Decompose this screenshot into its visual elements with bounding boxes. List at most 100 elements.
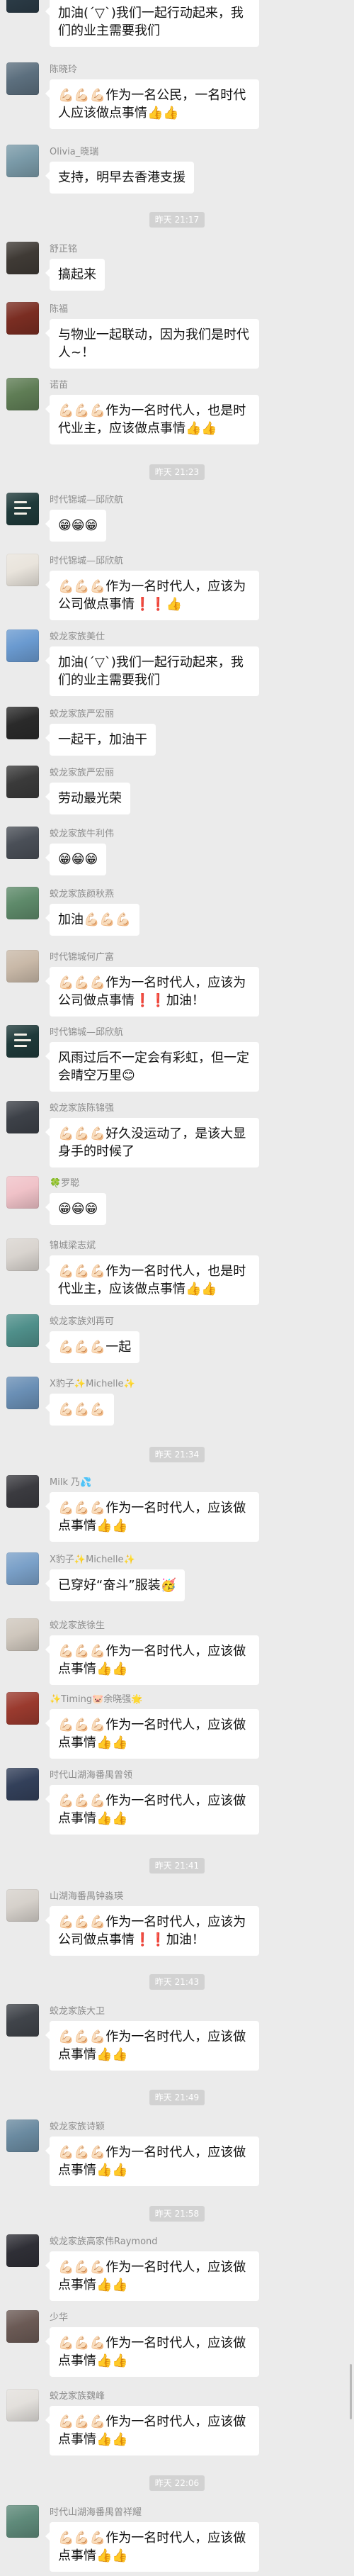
- message-bubble[interactable]: 劳动最光荣: [45, 783, 130, 814]
- sender-name: 蛟龙家族刘再可: [50, 1316, 115, 1327]
- avatar[interactable]: [6, 1238, 39, 1271]
- chat-message: Milk 乃💦 💪🏻💪🏻💪🏻作为一名时代人，应该做点事情👍👍: [0, 1475, 354, 1542]
- chat-message: 陈福 与物业一起联动，因为我们是时代人~！: [0, 302, 354, 369]
- message-bubble[interactable]: 💪🏻💪🏻💪🏻一起: [45, 1331, 140, 1363]
- avatar[interactable]: [6, 766, 39, 798]
- message-bubble[interactable]: 支持，明早去香港支援: [45, 162, 194, 194]
- sender-name: 时代锦城—邱欣航: [50, 556, 124, 566]
- message-bubble[interactable]: 💪🏻💪🏻💪🏻作为一名时代人，应该做点事情👍👍: [45, 2406, 259, 2455]
- avatar-shading: [6, 827, 39, 859]
- timestamp-row: 昨天 22:06: [0, 2475, 354, 2492]
- avatar[interactable]: [6, 145, 39, 177]
- chat-message: 少华 💪🏻💪🏻💪🏻作为一名时代人，应该做点事情👍👍: [0, 2310, 354, 2377]
- chat-message: 蛟龙家族牛利伟 😁😁😁: [0, 827, 354, 875]
- message-bubble[interactable]: 加油(ˊ▽ˋ)我们一起行动起来，我们的业主需要我们: [45, 0, 259, 47]
- timestamp: 昨天 21:17: [149, 212, 205, 228]
- message-bubble[interactable]: 已穿好“奋斗”服装🥳: [45, 1569, 185, 1601]
- sender-name: 蛟龙家族大卫: [50, 2006, 105, 2017]
- avatar[interactable]: [6, 62, 39, 95]
- sender-name: Olivia_晓瑞: [50, 147, 99, 157]
- avatar-shading: [6, 2505, 39, 2538]
- times-logo-avatar[interactable]: [6, 493, 39, 525]
- message-bubble[interactable]: 💪🏻💪🏻💪🏻作为一名时代人，应该做点事情👍👍: [45, 2251, 259, 2301]
- chat-message: 蛟龙家族严宏丽 一起干，加油干: [0, 707, 354, 756]
- avatar[interactable]: [6, 629, 39, 662]
- sender-name: X豹子✨Michelle✨: [50, 1555, 135, 1565]
- message-bubble[interactable]: 💪🏻💪🏻💪🏻作为一名时代人，应该为公司做点事情❗❗加油！: [45, 967, 259, 1017]
- message-bubble[interactable]: 💪🏻💪🏻💪🏻好久没运动了，是该大显身手的时候了: [45, 1118, 259, 1167]
- chat-message: 诺苗 💪🏻💪🏻💪🏻作为一名时代人，也是时代业主，应该做点事情👍👍: [0, 378, 354, 444]
- message-bubble[interactable]: 😁😁😁: [45, 844, 107, 875]
- sender-name: Milk 乃💦: [50, 1477, 92, 1488]
- avatar[interactable]: [6, 1618, 39, 1651]
- avatar[interactable]: [6, 0, 39, 13]
- avatar[interactable]: [6, 1377, 39, 1409]
- message-bubble[interactable]: 💪🏻💪🏻💪🏻作为一名时代人，应该为公司做点事情❗❗加油！: [45, 1906, 259, 1956]
- avatar[interactable]: [6, 2505, 39, 2538]
- avatar[interactable]: [6, 1475, 39, 1508]
- avatar-shading: [6, 1889, 39, 1922]
- avatar-shading: [6, 2310, 39, 2343]
- chat-message-list[interactable]: 加油(ˊ▽ˋ)我们一起行动起来，我们的业主需要我们 陈晓玲 💪🏻💪🏻💪🏻作为一名公民…: [0, 0, 354, 2576]
- message-bubble[interactable]: 一起干，加油干: [45, 724, 156, 756]
- avatar-shading: [6, 242, 39, 274]
- message-bubble[interactable]: 与物业一起联动，因为我们是时代人~！: [45, 319, 259, 369]
- chat-message: 🍀罗聪 😁😁😁: [0, 1176, 354, 1225]
- avatar[interactable]: [6, 2234, 39, 2267]
- chat-message: 蛟龙家族美仕加油(ˊ▽ˋ)我们一起行动起来，我们的业主需要我们: [0, 629, 354, 696]
- message-bubble[interactable]: 💪🏻💪🏻💪🏻: [45, 1394, 115, 1426]
- avatar-shading: [6, 766, 39, 798]
- message-bubble[interactable]: 💪🏻💪🏻💪🏻作为一名时代人，应该做点事情👍👍: [45, 1785, 259, 1835]
- avatar[interactable]: [6, 887, 39, 919]
- avatar[interactable]: [6, 827, 39, 859]
- avatar[interactable]: [6, 1314, 39, 1347]
- message-bubble[interactable]: 💪🏻💪🏻💪🏻作为一名时代人，应该做点事情👍👍: [45, 2327, 259, 2377]
- sender-name: 时代锦城何广富: [50, 952, 115, 963]
- message-bubble[interactable]: 风雨过后不一定会有彩虹，但一定会晴空万里😊: [45, 1042, 259, 1092]
- message-bubble[interactable]: 搞起来: [45, 259, 105, 291]
- avatar[interactable]: [6, 2310, 39, 2343]
- message-bubble[interactable]: 加油💪🏻💪🏻💪🏻: [45, 904, 140, 936]
- avatar[interactable]: [6, 2004, 39, 2037]
- avatar-shading: [6, 1377, 39, 1409]
- message-bubble[interactable]: 加油(ˊ▽ˋ)我们一起行动起来，我们的业主需要我们: [45, 646, 259, 696]
- message-bubble[interactable]: 😁😁😁: [45, 1193, 107, 1225]
- avatar[interactable]: [6, 1889, 39, 1922]
- avatar[interactable]: [6, 950, 39, 982]
- message-bubble[interactable]: 💪🏻💪🏻💪🏻作为一名时代人，应该做点事情👍👍: [45, 2021, 259, 2071]
- timestamp: 昨天 21:41: [149, 1858, 205, 1874]
- avatar[interactable]: [6, 2389, 39, 2421]
- sender-name: 蛟龙家族魏峰: [50, 2391, 105, 2402]
- sender-name: 诺苗: [50, 380, 69, 391]
- avatar[interactable]: [6, 1692, 39, 1725]
- message-bubble[interactable]: 💪🏻💪🏻💪🏻作为一名时代人，应该做点事情👍👍: [45, 1492, 259, 1542]
- message-bubble[interactable]: 💪🏻💪🏻💪🏻作为一名时代人，应该做点事情👍👍: [45, 2137, 259, 2186]
- times-logo-avatar[interactable]: [6, 1025, 39, 1058]
- avatar[interactable]: [6, 1768, 39, 1801]
- message-bubble[interactable]: 💪🏻💪🏻💪🏻作为一名时代人，也是时代业主，应该做点事情👍👍: [45, 395, 259, 444]
- logo-mark: [14, 1045, 27, 1047]
- message-bubble[interactable]: 💪🏻💪🏻💪🏻作为一名时代人，应该做点事情👍👍: [45, 2522, 259, 2572]
- message-bubble[interactable]: 😁😁😁: [45, 510, 107, 542]
- message-bubble[interactable]: 💪🏻💪🏻💪🏻作为一名时代人，应该为公司做点事情❗❗👍: [45, 571, 259, 620]
- avatar[interactable]: [6, 378, 39, 410]
- avatar[interactable]: [6, 242, 39, 274]
- avatar-shading: [6, 2004, 39, 2037]
- sender-name: 蛟龙家族美仕: [50, 632, 105, 642]
- avatar[interactable]: [6, 1101, 39, 1133]
- avatar[interactable]: [6, 707, 39, 739]
- avatar[interactable]: [6, 554, 39, 586]
- chat-message: 蛟龙家族陈锦强 💪🏻💪🏻💪🏻好久没运动了，是该大显身手的时候了: [0, 1101, 354, 1167]
- message-bubble[interactable]: 💪🏻💪🏻💪🏻作为一名时代人，应该做点事情👍👍: [45, 1635, 259, 1685]
- sender-name: 蛟龙家族严宏丽: [50, 768, 115, 778]
- avatar-shading: [6, 62, 39, 95]
- chat-message: ✨Timing🐷余晓强🌟 💪🏻💪🏻💪🏻作为一名时代人，应该做点事情👍👍: [0, 1692, 354, 1759]
- avatar[interactable]: [6, 2119, 39, 2152]
- message-bubble[interactable]: 💪🏻💪🏻💪🏻作为一名公民，一名时代人应该做点事情👍👍: [45, 79, 259, 129]
- message-bubble[interactable]: 💪🏻💪🏻💪🏻作为一名时代人，也是时代业主，应该做点事情👍👍: [45, 1255, 259, 1305]
- avatar[interactable]: [6, 302, 39, 335]
- avatar[interactable]: [6, 1176, 39, 1209]
- avatar[interactable]: [6, 1552, 39, 1585]
- message-bubble[interactable]: 💪🏻💪🏻💪🏻作为一名时代人，应该做点事情👍👍: [45, 1709, 259, 1759]
- chat-message: 时代山湖海番禺曾祥耀 💪🏻💪🏻💪🏻作为一名时代人，应该做点事情👍👍: [0, 2505, 354, 2572]
